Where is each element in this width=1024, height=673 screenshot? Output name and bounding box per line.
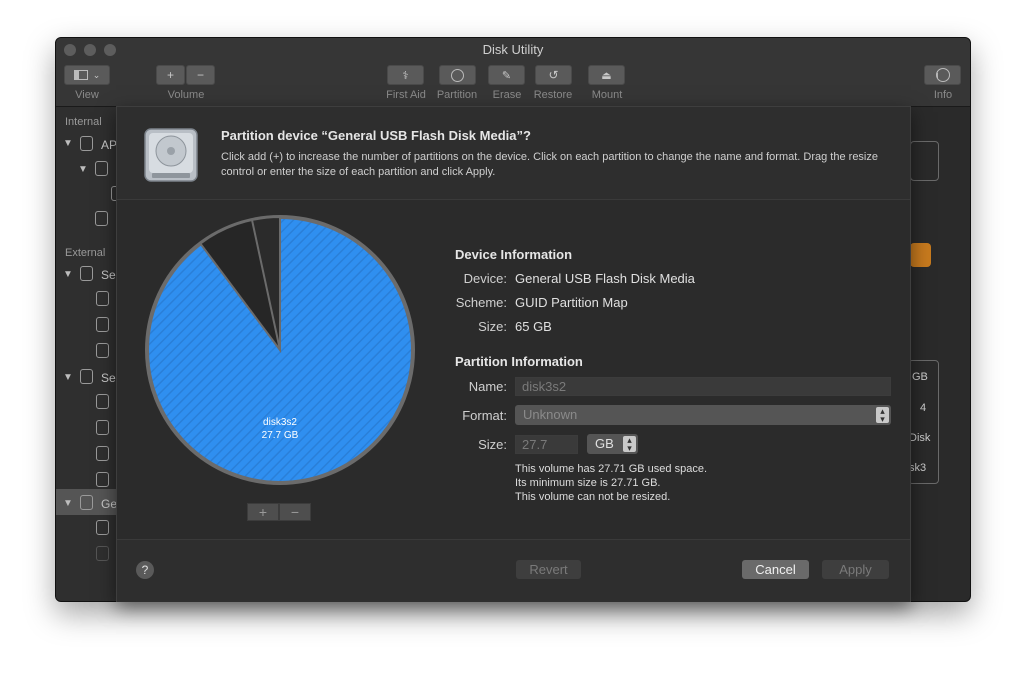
- volume-icon: [96, 317, 109, 332]
- sheet-title: Partition device “General USB Flash Disk…: [221, 128, 531, 143]
- sidebar-icon: [73, 70, 88, 80]
- plus-icon: +: [166, 68, 174, 82]
- remove-partition-button[interactable]: −: [279, 503, 311, 521]
- format-popup[interactable]: Unknown ▴ ▾: [515, 405, 891, 425]
- disk-icon: [80, 266, 93, 281]
- note-used-space: This volume has 27.71 GB used space.: [515, 463, 707, 475]
- apply-button[interactable]: Apply: [822, 560, 889, 579]
- right-fragment: 4: [920, 402, 927, 414]
- disclosure-triangle-icon[interactable]: ▼: [63, 498, 73, 509]
- volume-icon: [96, 420, 109, 435]
- scheme-value: GUID Partition Map: [515, 295, 628, 310]
- info-button[interactable]: i: [924, 65, 961, 85]
- partition-info-heading: Partition Information: [455, 354, 583, 369]
- volume-icon: [96, 394, 109, 409]
- disclosure-triangle-icon[interactable]: ▼: [63, 372, 73, 383]
- restore-button[interactable]: ↺: [535, 65, 572, 85]
- format-label: Format:: [462, 408, 507, 423]
- restore-label: Restore: [533, 89, 573, 101]
- sidebar-item-ap[interactable]: AP: [101, 138, 117, 152]
- mount-label: Mount: [591, 89, 623, 101]
- right-fragment: GB: [912, 371, 928, 383]
- revert-button[interactable]: Revert: [516, 560, 581, 579]
- disk-icon: [80, 369, 93, 384]
- stethoscope-icon: ⚕: [402, 69, 409, 82]
- updown-arrows-icon: ▴ ▾: [876, 407, 889, 424]
- sheet-description: Click add (+) to increase the number of …: [221, 151, 878, 178]
- restore-icon: ↺: [548, 68, 559, 82]
- orange-indicator: [910, 243, 931, 267]
- first-aid-button[interactable]: ⚕: [387, 65, 424, 85]
- pie-partition-name: disk3s2: [263, 417, 297, 428]
- toolbar: Disk Utility ⌄ View + − Volume ⚕ First A…: [56, 38, 970, 107]
- sidebar: Internal ▼ AP ▼ External ▼ Se ▼ Se ▼ Ge: [56, 107, 124, 601]
- disclosure-triangle-icon[interactable]: ▼: [63, 269, 73, 280]
- partition-name-field[interactable]: disk3s2: [515, 377, 891, 396]
- disk-icon: [80, 495, 93, 510]
- volume-icon: [96, 343, 109, 358]
- device-value: General USB Flash Disk Media: [515, 271, 695, 286]
- disk-icon: [95, 211, 108, 226]
- size-unit-value: GB: [595, 436, 614, 451]
- format-value: Unknown: [523, 407, 578, 422]
- pie-chart-icon: [451, 68, 464, 82]
- device-size-label: Size:: [478, 319, 507, 334]
- help-button[interactable]: ?: [136, 561, 154, 579]
- partition-label: Partition: [436, 89, 478, 101]
- scheme-label: Scheme:: [455, 295, 507, 310]
- size-unit-popup[interactable]: GB ▴ ▾: [587, 434, 638, 454]
- view-label: View: [75, 89, 99, 101]
- remove-volume-button[interactable]: −: [186, 65, 215, 85]
- info-icon: i: [935, 68, 950, 82]
- disclosure-triangle-icon[interactable]: ▼: [78, 164, 88, 175]
- right-fragment: sk3: [909, 462, 927, 474]
- device-info-heading: Device Information: [455, 247, 573, 262]
- sheet-header: Partition device “General USB Flash Disk…: [117, 107, 910, 200]
- erase-button[interactable]: ✎: [488, 65, 525, 85]
- view-button[interactable]: ⌄: [64, 65, 110, 85]
- volume-icon: [96, 472, 109, 487]
- minus-icon: −: [196, 68, 204, 82]
- partition-button[interactable]: [439, 65, 476, 85]
- sidebar-external-header: External: [65, 247, 106, 259]
- mount-button[interactable]: ⏏: [588, 65, 625, 85]
- updown-arrows-icon: ▴ ▾: [623, 436, 636, 453]
- erase-icon: ✎: [501, 69, 512, 82]
- disk-icon: [95, 161, 108, 176]
- device-size-value: 65 GB: [515, 319, 552, 334]
- volume-icon: [96, 446, 109, 461]
- note-cannot-resize: This volume can not be resized.: [515, 491, 671, 503]
- disclosure-triangle-icon[interactable]: ▼: [63, 138, 73, 149]
- disk-icon: [80, 136, 93, 151]
- sidebar-item-ge[interactable]: Ge: [101, 497, 117, 511]
- right-fragment: Disk: [909, 432, 931, 444]
- volume-icon: [96, 291, 109, 306]
- name-label: Name:: [468, 379, 507, 394]
- chevron-down-icon: ⌄: [92, 69, 101, 80]
- right-field-stub: [910, 141, 939, 181]
- mount-icon: ⏏: [601, 69, 612, 82]
- window-title: Disk Utility: [482, 42, 544, 57]
- partition-pie-chart: disk3s2 27.7 GB: [145, 215, 415, 485]
- volume-icon: [96, 546, 109, 561]
- device-label: Device:: [463, 271, 507, 286]
- volume-label: Volume: [167, 89, 205, 101]
- hard-drive-icon: [144, 128, 198, 182]
- note-minimum-size: Its minimum size is 27.71 GB.: [515, 477, 661, 489]
- sidebar-item-se-2[interactable]: Se: [101, 371, 116, 385]
- info-label: Info: [933, 89, 953, 101]
- add-volume-button[interactable]: +: [156, 65, 185, 85]
- sidebar-item-se-1[interactable]: Se: [101, 268, 116, 282]
- cancel-button[interactable]: Cancel: [742, 560, 809, 579]
- partition-sheet: Partition device “General USB Flash Disk…: [116, 106, 911, 602]
- sidebar-internal-header: Internal: [65, 116, 102, 128]
- first-aid-label: First Aid: [386, 89, 426, 101]
- add-partition-button[interactable]: +: [247, 503, 279, 521]
- volume-icon: [96, 520, 109, 535]
- pie-partition-size: 27.7 GB: [262, 430, 299, 441]
- partition-size-label: Size:: [478, 437, 507, 452]
- partition-size-field[interactable]: 27.7: [515, 435, 578, 454]
